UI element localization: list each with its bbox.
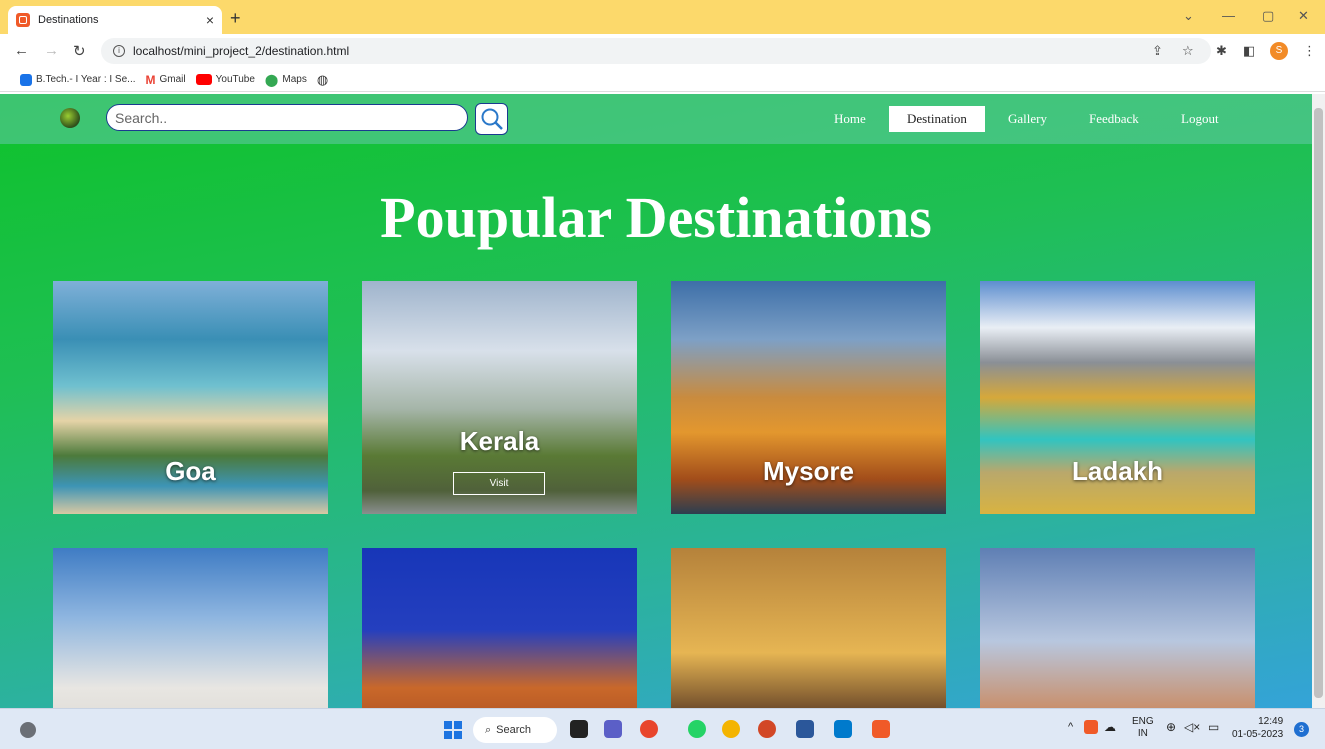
visit-button[interactable]: Visit [453, 472, 545, 495]
reload-icon[interactable]: ↻ [73, 42, 86, 60]
network-icon[interactable]: ⊕ [1166, 720, 1176, 734]
destinations-page: Home Destination Gallery Feedback Logout… [0, 94, 1312, 708]
maximize-icon[interactable]: ▢ [1262, 8, 1274, 24]
back-icon[interactable]: ← [14, 42, 29, 59]
tray-cloud-icon[interactable]: ☁ [1104, 720, 1116, 734]
page-scrollbar[interactable] [1312, 94, 1325, 708]
clock-date: 01-05-2023 [1232, 729, 1284, 740]
site-logo[interactable] [60, 108, 80, 128]
clock-time: 12:49 [1258, 716, 1284, 727]
system-clock[interactable]: 12:49 01-05-2023 [1232, 715, 1283, 741]
bookmark-star-icon[interactable]: ☆ [1182, 43, 1194, 59]
nav-feedback[interactable]: Feedback [1071, 106, 1157, 132]
destination-card-fort[interactable] [980, 548, 1255, 708]
youtube-icon [195, 74, 212, 85]
destination-card-ladakh[interactable]: Ladakh [980, 281, 1255, 514]
destination-card-taj-mahal[interactable] [53, 548, 328, 708]
tab-search-chevron-icon[interactable]: ⌄ [1183, 8, 1194, 24]
whatsapp-icon[interactable] [688, 720, 706, 738]
battery-icon[interactable]: ▭ [1208, 720, 1219, 734]
menu-kebab-icon[interactable]: ⋮ [1303, 43, 1316, 59]
bookmark-favicon-icon [20, 73, 32, 86]
new-tab-button[interactable]: + [230, 8, 241, 29]
bookmark-label: B.Tech.- I Year : I Se... [36, 74, 136, 85]
nav-gallery[interactable]: Gallery [990, 106, 1065, 132]
weather-widget-icon[interactable] [20, 722, 36, 738]
url-text: localhost/mini_project_2/destination.htm… [133, 44, 350, 58]
lang-top: ENG [1132, 716, 1154, 727]
destination-label: Goa [165, 456, 216, 486]
bookmark-globe[interactable]: ◍ [317, 72, 328, 88]
vscode-icon[interactable] [834, 720, 852, 738]
globe-icon: ◍ [316, 71, 329, 87]
destination-card-hampi[interactable] [671, 548, 946, 708]
browser-toolbar: ← → ↻ i localhost/mini_project_2/destina… [0, 34, 1325, 68]
notification-badge[interactable]: 3 [1294, 722, 1309, 737]
tab-title: Destinations [38, 14, 99, 26]
nav-home[interactable]: Home [816, 106, 884, 132]
address-bar[interactable]: i localhost/mini_project_2/destination.h… [101, 38, 1211, 64]
nav-destination[interactable]: Destination [889, 106, 985, 132]
scrollbar-thumb[interactable] [1314, 108, 1323, 698]
teams-chat-icon[interactable] [604, 720, 622, 738]
lang-bottom: IN [1137, 728, 1148, 739]
language-indicator[interactable]: ENG IN [1132, 716, 1154, 740]
bookmark-label: Gmail [159, 74, 186, 85]
chrome-icon[interactable] [722, 720, 740, 738]
bookmark-btech[interactable]: B.Tech.- I Year : I Se... [20, 73, 136, 86]
side-panel-icon[interactable]: ◧ [1243, 43, 1255, 59]
bookmarks-bar: B.Tech.- I Year : I Se... M Gmail YouTub… [0, 68, 1325, 92]
site-navbar: Home Destination Gallery Feedback Logout [0, 94, 1312, 144]
profile-avatar[interactable]: S [1270, 42, 1288, 60]
extensions-icon[interactable]: ✱ [1216, 43, 1227, 59]
close-window-icon[interactable]: ✕ [1298, 8, 1309, 24]
task-view-icon[interactable] [570, 720, 588, 738]
taskbar-search[interactable]: ⌕ Search [473, 717, 557, 743]
gmail-icon: M [145, 72, 156, 87]
destination-card-india-gate[interactable] [362, 548, 637, 708]
search-icon [481, 108, 503, 130]
share-icon[interactable]: ⇪ [1152, 43, 1163, 59]
destination-label: Ladakh [1071, 456, 1164, 486]
browser-tab[interactable]: Destinations × [8, 6, 222, 34]
windows-taskbar: ⌕ Search ^ ☁ ENG IN ⊕ ◁× ▭ 12:49 01-05-2… [0, 708, 1325, 749]
bookmark-label: Maps [282, 74, 307, 85]
destination-card-goa[interactable]: Goa [53, 281, 328, 514]
bookmark-label: YouTube [215, 74, 255, 85]
destination-card-kerala[interactable]: Kerala Visit [362, 281, 637, 514]
search-icon: ⌕ [485, 723, 492, 736]
destination-label: Kerala [459, 426, 540, 456]
taskbar-search-label: Search [496, 724, 532, 736]
word-icon[interactable] [796, 720, 814, 738]
tray-overflow-icon[interactable]: ^ [1068, 721, 1073, 733]
search-input[interactable] [106, 104, 468, 131]
browser-tabstrip: Destinations × + ⌄ — ▢ ✕ [0, 0, 1325, 34]
bookmark-maps[interactable]: ⬤ Maps [265, 73, 307, 87]
maps-pin-icon: ⬤ [264, 72, 279, 87]
start-button[interactable] [444, 721, 462, 739]
xampp-favicon-icon [16, 13, 30, 27]
volume-muted-icon[interactable]: ◁× [1184, 720, 1200, 734]
forward-icon[interactable]: → [44, 42, 59, 59]
chrome-canary-icon[interactable] [640, 720, 658, 738]
search-button[interactable] [475, 103, 508, 135]
xampp-icon[interactable] [872, 720, 890, 738]
destination-card-mysore[interactable]: Mysore [671, 281, 946, 514]
site-info-icon[interactable]: i [113, 45, 125, 57]
tray-xampp-icon[interactable] [1084, 720, 1098, 734]
minimize-icon[interactable]: — [1222, 8, 1235, 23]
nav-logout[interactable]: Logout [1163, 106, 1237, 132]
bookmark-gmail[interactable]: M Gmail [146, 73, 186, 87]
page-title: Poupular Destinations [380, 185, 932, 250]
destination-label: Mysore [762, 456, 855, 486]
powerpoint-icon[interactable] [758, 720, 776, 738]
tab-close-icon[interactable]: × [206, 12, 214, 28]
bookmark-youtube[interactable]: YouTube [195, 74, 255, 85]
